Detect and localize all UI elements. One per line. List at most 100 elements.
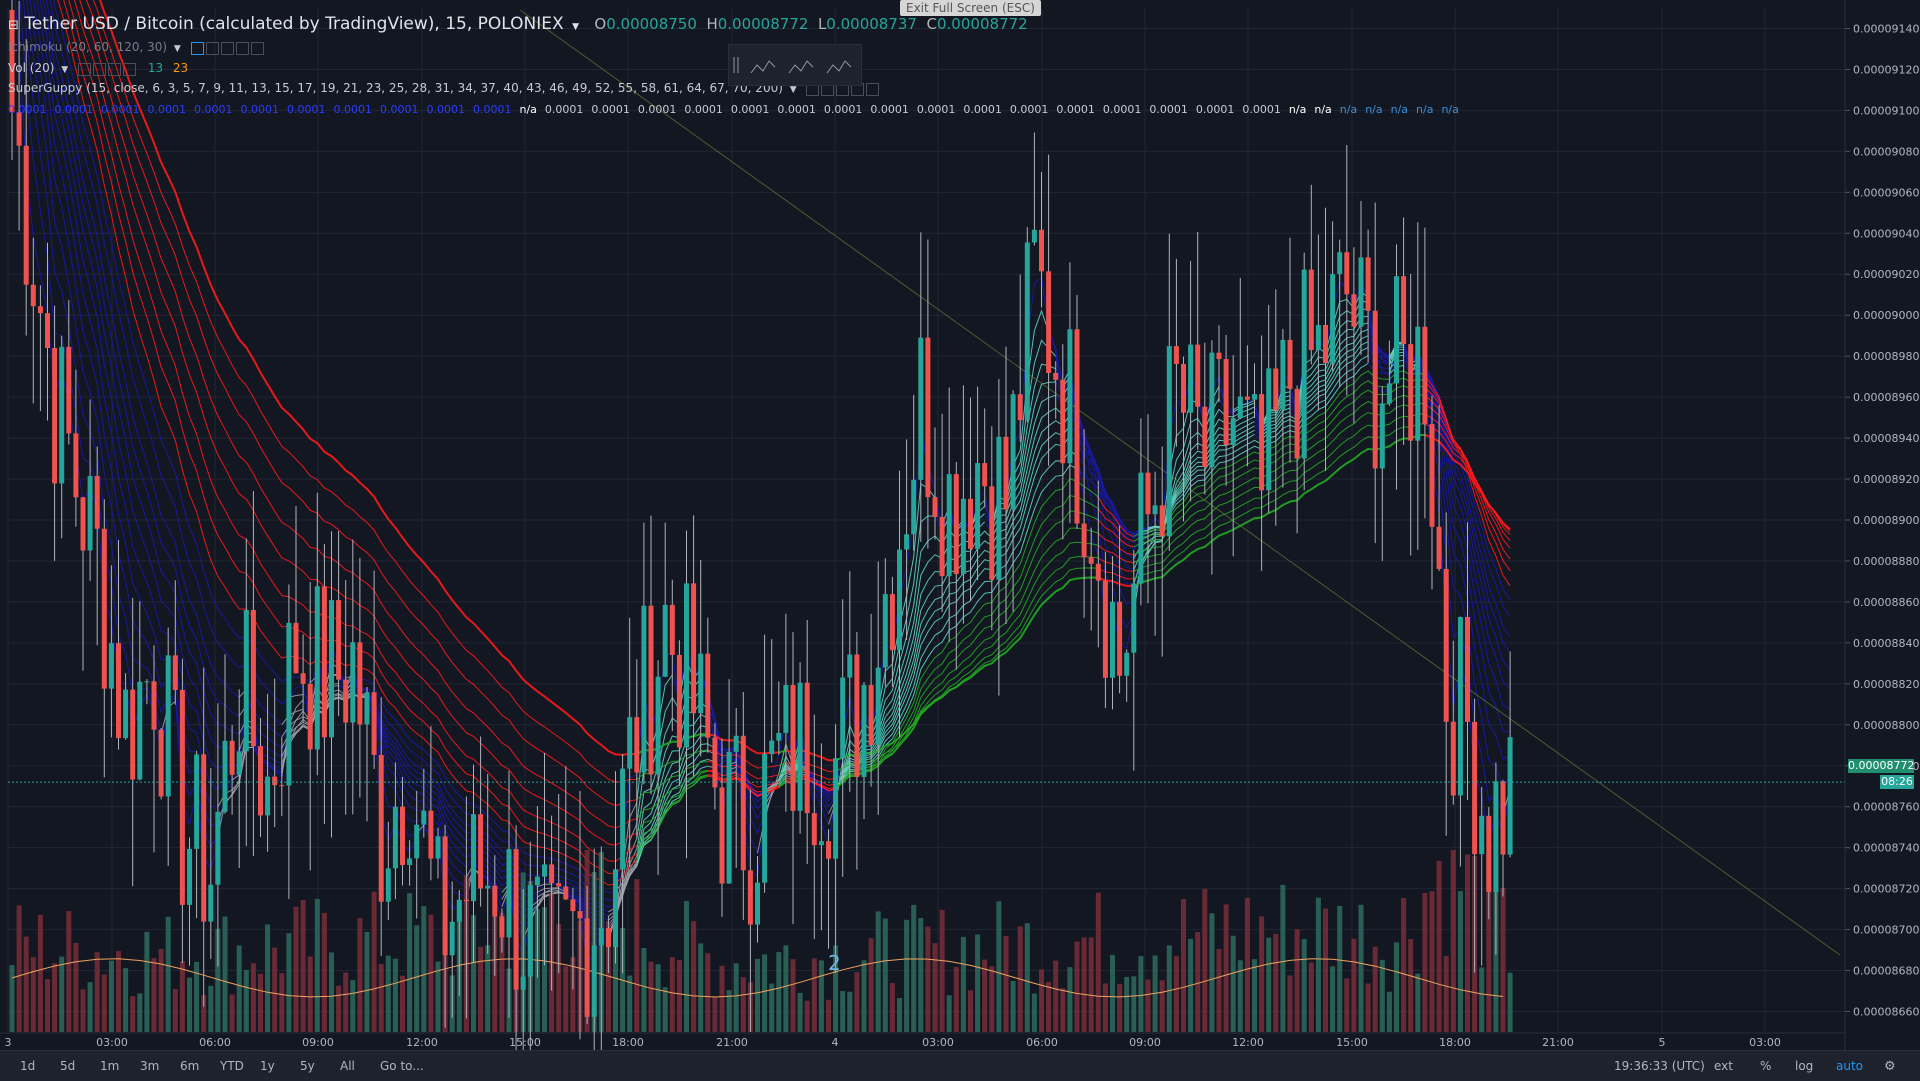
candle-body	[59, 347, 64, 484]
x-tick-label: 15:00	[509, 1036, 541, 1049]
ext-toggle[interactable]: ext	[1714, 1059, 1733, 1073]
candle-body	[1096, 564, 1101, 581]
timeframe-button[interactable]: 3m	[140, 1059, 159, 1073]
volume-bar	[776, 952, 781, 1032]
candle-body	[904, 534, 909, 549]
guppy-line	[12, 0, 1510, 963]
volume-bar	[762, 954, 767, 1032]
guppy-value: n/a	[1365, 103, 1382, 116]
bar-countdown: 08:26	[1880, 775, 1914, 789]
volume-bar	[1508, 973, 1513, 1032]
candle-body	[1486, 816, 1491, 892]
volume-bar	[173, 989, 178, 1032]
volume-bar	[1224, 904, 1229, 1032]
volume-bar	[272, 948, 277, 1032]
volume-bar	[265, 924, 270, 1032]
volume-bar	[251, 963, 256, 1032]
volume-bar	[769, 984, 774, 1032]
clock[interactable]: 19:36:33 (UTC)	[1614, 1059, 1705, 1073]
candle-body	[1082, 524, 1087, 558]
volume-bar	[329, 952, 334, 1032]
x-tick-label: 06:00	[199, 1036, 231, 1049]
drawing-toolbar[interactable]	[728, 44, 862, 86]
exit-fullscreen-tooltip[interactable]: Exit Full Screen (ESC)	[900, 0, 1041, 16]
auto-toggle[interactable]: auto	[1836, 1059, 1863, 1073]
volume-bar	[1295, 929, 1300, 1032]
y-tick-label: 0.00009060	[1853, 186, 1919, 199]
volume-bar	[116, 951, 121, 1032]
indicator-buttons[interactable]	[191, 41, 266, 55]
collapse-icon[interactable]: ⊟	[8, 18, 19, 33]
candle-body	[1131, 584, 1136, 653]
candle-body	[81, 497, 86, 550]
timeframe-button[interactable]: 5d	[60, 1059, 75, 1073]
ichimoku-indicator[interactable]: Ichimoku (20, 60, 120, 30) ▼	[8, 40, 266, 55]
volume-bar	[386, 956, 391, 1032]
timeframe-button[interactable]: 1y	[260, 1059, 275, 1073]
candle-body	[308, 684, 313, 750]
volume-bar	[66, 911, 71, 1032]
guppy-value: 0.0001	[963, 103, 1002, 116]
chevron-down-icon[interactable]: ▼	[174, 44, 181, 54]
candle-body	[322, 586, 327, 737]
y-tick-label: 0.00008660	[1853, 1006, 1919, 1019]
volume-bar	[1266, 938, 1271, 1032]
volume-bar	[1451, 850, 1456, 1032]
guppy-value: 0.0001	[870, 103, 909, 116]
gear-icon[interactable]: ⚙	[1884, 1059, 1896, 1074]
candle-body	[585, 918, 590, 1016]
timeframe-button[interactable]: YTD	[220, 1059, 244, 1073]
volume-bar	[563, 966, 568, 1032]
candle-body	[1295, 389, 1300, 459]
percent-toggle[interactable]: %	[1760, 1059, 1771, 1073]
candle-body	[201, 754, 206, 921]
x-tick-label: 09:00	[302, 1036, 334, 1049]
candle-body	[691, 583, 696, 713]
candle-body	[1174, 346, 1179, 364]
chevron-down-icon[interactable]: ▼	[572, 22, 579, 32]
timeframe-button[interactable]: 1d	[20, 1059, 35, 1073]
volume-bar	[230, 994, 235, 1032]
candle-body	[357, 642, 362, 724]
volume-bar	[400, 976, 405, 1032]
candle-body	[1089, 557, 1094, 564]
volume-bar	[1437, 861, 1442, 1032]
volume-bar	[31, 957, 36, 1032]
volume-bar	[1479, 967, 1484, 1032]
candle-body	[507, 849, 512, 937]
volume-bar	[826, 1000, 831, 1032]
y-tick-label: 0.00009040	[1853, 227, 1919, 240]
y-tick-label: 0.00009120	[1853, 63, 1919, 76]
volume-bar	[883, 919, 888, 1032]
candle-body	[485, 886, 490, 889]
candle-body	[833, 758, 838, 859]
candle-body	[73, 433, 78, 497]
volume-bar	[1025, 923, 1030, 1032]
volume-bar	[1160, 980, 1165, 1032]
x-tick-label: 21:00	[1542, 1036, 1574, 1049]
price-chart[interactable]: 0.000091400.000091200.000091000.00009080…	[0, 0, 1920, 1050]
timeframe-button[interactable]: Go to...	[380, 1059, 424, 1073]
volume-bar	[996, 901, 1001, 1032]
candle-body	[407, 858, 412, 865]
log-toggle[interactable]: log	[1795, 1059, 1813, 1073]
volume-bar	[208, 986, 213, 1032]
candle-body	[1146, 473, 1151, 515]
volume-bar	[1110, 955, 1115, 1032]
candle-body	[180, 690, 185, 905]
candle-body	[1323, 325, 1328, 363]
timeframe-button[interactable]: 5y	[300, 1059, 315, 1073]
guppy-value: 0.0001	[194, 103, 233, 116]
guppy-value: n/a	[1289, 103, 1306, 116]
candle-body	[1231, 418, 1236, 445]
indicator-buttons[interactable]	[78, 62, 138, 76]
drawing-tools-icon[interactable]	[729, 45, 861, 85]
timeframe-button[interactable]: 6m	[180, 1059, 199, 1073]
volume-indicator[interactable]: Vol (20) ▼ 13 23	[8, 61, 188, 76]
symbol-title[interactable]: Tether USD / Bitcoin (calculated by Trad…	[24, 14, 563, 34]
timeframe-button[interactable]: 1m	[100, 1059, 119, 1073]
chevron-down-icon[interactable]: ▼	[61, 65, 68, 75]
volume-bar	[1444, 956, 1449, 1032]
x-tick-label: 3	[5, 1036, 12, 1049]
timeframe-button[interactable]: All	[340, 1059, 355, 1073]
